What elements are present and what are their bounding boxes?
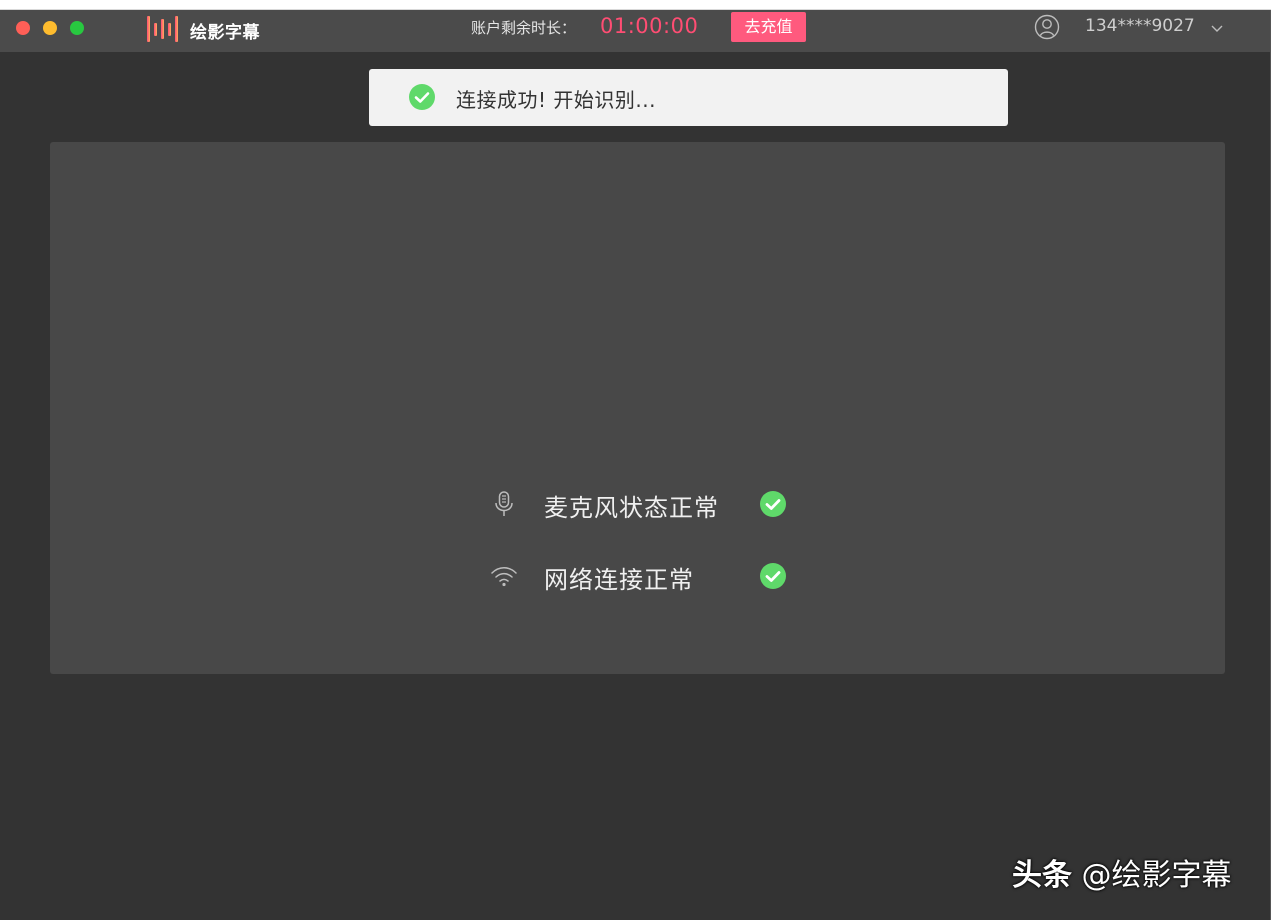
- window-right-edge: [1271, 0, 1276, 920]
- microphone-status-label: 麦克风状态正常: [544, 488, 719, 523]
- window-top-edge: [0, 0, 1276, 10]
- watermark: 头条 @绘影字幕: [1012, 850, 1232, 894]
- window-close-button[interactable]: [16, 21, 30, 35]
- network-status: 网络连接正常: [490, 558, 810, 594]
- logo-icon: [146, 15, 180, 43]
- check-circle-icon: [409, 84, 435, 110]
- window-minimize-button[interactable]: [43, 21, 57, 35]
- user-icon[interactable]: [1034, 14, 1060, 40]
- microphone-icon: [490, 490, 518, 518]
- balance-label: 账户剩余时长：: [471, 17, 576, 38]
- connection-toast: 连接成功! 开始识别...: [369, 69, 1008, 126]
- check-circle-icon: [760, 563, 786, 589]
- toast-message: 连接成功! 开始识别...: [456, 84, 656, 113]
- status-panel: 麦克风状态正常 网络连接正常: [50, 142, 1225, 674]
- balance-value: 01:00:00: [600, 14, 698, 38]
- app-name: 绘影字幕: [190, 18, 260, 43]
- watermark-brand: 头条: [1012, 858, 1072, 893]
- microphone-status: 麦克风状态正常: [490, 486, 810, 522]
- title-bar: 绘影字幕 账户剩余时长： 01:00:00 去充值 134****9027: [0, 10, 1270, 52]
- app-window: 绘影字幕 账户剩余时长： 01:00:00 去充值 134****9027 连接…: [0, 10, 1271, 920]
- account-phone[interactable]: 134****9027: [1085, 16, 1195, 36]
- chevron-down-icon[interactable]: [1210, 21, 1224, 35]
- window-maximize-button[interactable]: [70, 21, 84, 35]
- wifi-icon: [490, 562, 518, 590]
- check-circle-icon: [760, 491, 786, 517]
- recharge-button[interactable]: 去充值: [731, 12, 806, 42]
- watermark-handle: @绘影字幕: [1072, 858, 1232, 893]
- network-status-label: 网络连接正常: [544, 560, 694, 595]
